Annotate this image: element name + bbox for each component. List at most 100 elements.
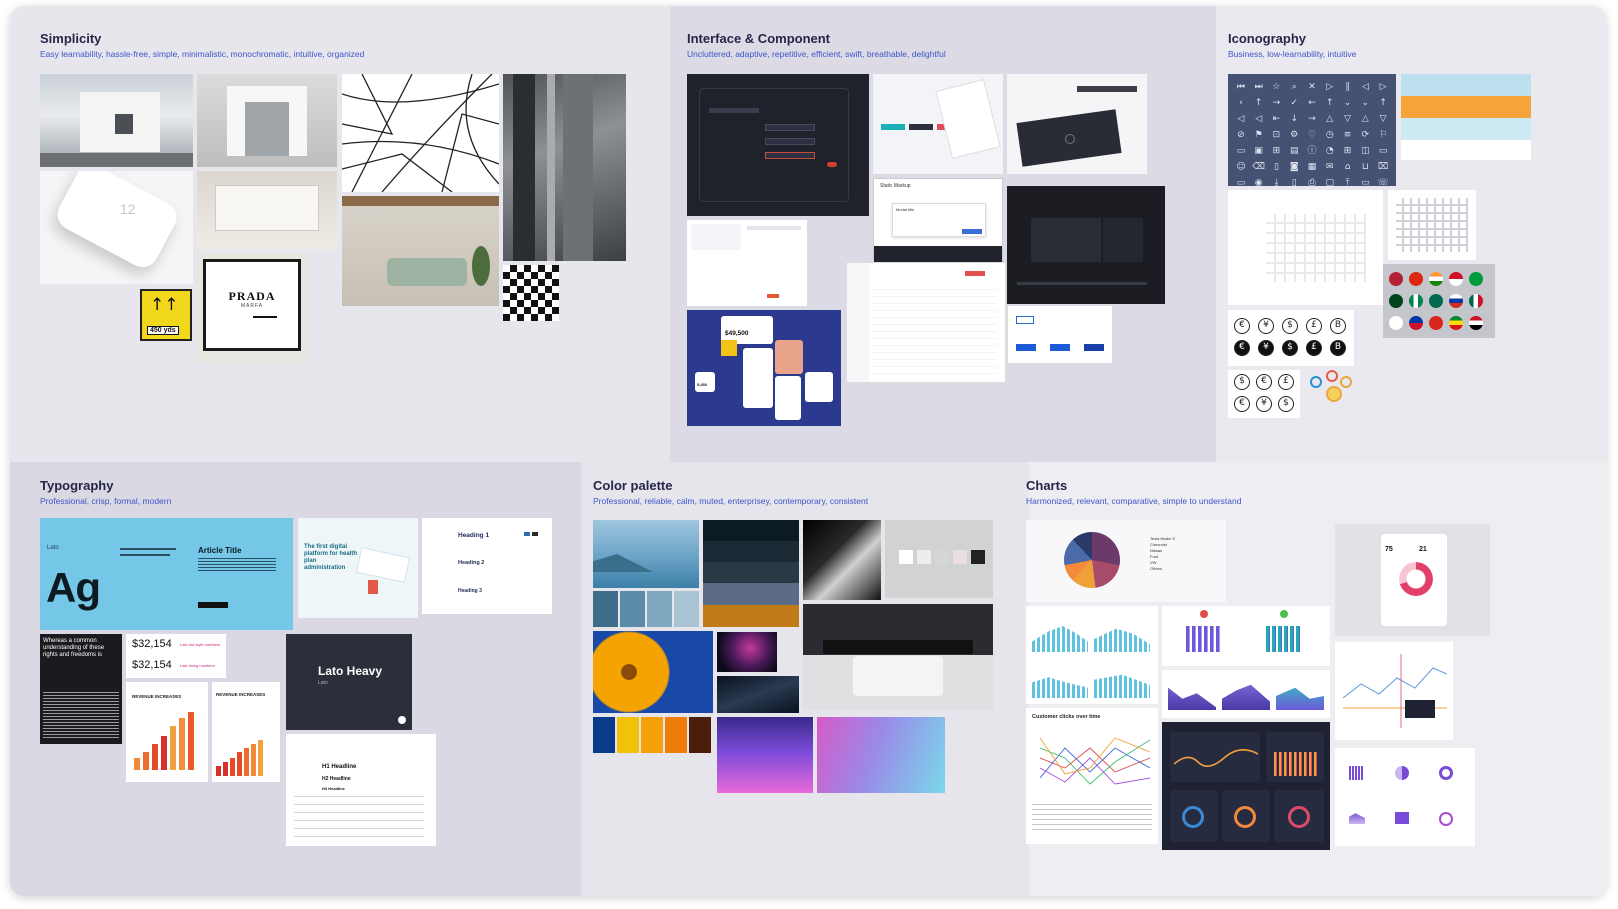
warm-swatch-3 bbox=[641, 717, 663, 753]
activity-value: 75 bbox=[1385, 546, 1393, 553]
gray-swatch-4 bbox=[953, 550, 967, 564]
palette-title: Color palette bbox=[593, 478, 673, 493]
monitor-icon: ▭ bbox=[1236, 178, 1246, 186]
book-icon: ▯ bbox=[1273, 162, 1279, 172]
price-oldstyle-note: Lato old style numbers bbox=[180, 642, 221, 647]
flag-egypt-icon bbox=[1469, 316, 1483, 330]
chat-icon: ▭ bbox=[1236, 146, 1246, 156]
charts-title: Charts bbox=[1026, 478, 1068, 493]
typography-title: Typography bbox=[40, 478, 114, 493]
flag-japan-icon bbox=[1389, 316, 1403, 330]
line-chart-plot bbox=[1040, 737, 1150, 785]
stat-small: 5,450 bbox=[697, 382, 708, 387]
purple-gradient-photo bbox=[717, 717, 813, 793]
chevron-left-icon: ‹ bbox=[1239, 98, 1243, 108]
sliders-icon: ⊞ bbox=[1272, 146, 1281, 156]
upload-icon: ⤒ bbox=[1345, 178, 1350, 186]
wrong-icon bbox=[1200, 610, 1208, 618]
dark-swatch-3 bbox=[703, 562, 799, 583]
activity-value-2: 21 bbox=[1419, 546, 1427, 553]
histogram-grid-card bbox=[1026, 606, 1158, 704]
warm-swatch-row bbox=[593, 717, 713, 753]
phone-icon: ☏ bbox=[1377, 178, 1389, 186]
area-charts-card bbox=[1162, 670, 1330, 718]
heading-2: Heading 2 bbox=[458, 560, 485, 566]
flags-panel bbox=[1383, 264, 1495, 338]
lato-heavy-title: Lato Heavy bbox=[318, 664, 383, 678]
blue-swatch-3 bbox=[647, 591, 672, 627]
modal-heading: Static Markup bbox=[880, 183, 911, 189]
small-icon-grid bbox=[1388, 190, 1476, 260]
arrow-up-icon: ↑ bbox=[1254, 98, 1263, 108]
dark-table-ui bbox=[1007, 186, 1165, 304]
charts-panel: Charts Harmonized, relevant, comparative… bbox=[1026, 462, 1606, 896]
pie-chart bbox=[1064, 532, 1120, 588]
phone-clock-text: 12 bbox=[120, 201, 136, 217]
flag-philippines-icon bbox=[1409, 316, 1423, 330]
line-icon-grid bbox=[1228, 190, 1383, 305]
dollar-filled-icon: $ bbox=[1282, 340, 1298, 356]
flag-vietnam-icon bbox=[1429, 316, 1443, 330]
currency-icons: € ¥ $ £ B € ¥ $ £ B bbox=[1228, 310, 1354, 366]
hero-title: The first digital platform for health pl… bbox=[304, 544, 358, 571]
arrow-left-icon: ← bbox=[1308, 98, 1316, 108]
h1-headline: H1 Headline bbox=[322, 764, 357, 770]
modern-house-photo bbox=[40, 74, 193, 167]
dark-swatch-1 bbox=[703, 520, 799, 541]
phone-photo: 12 bbox=[40, 171, 193, 284]
dollar-outline-icon: $ bbox=[1282, 318, 1298, 334]
arrow-up-2-icon: ↑ bbox=[1379, 98, 1387, 108]
revenue-label-2: REVENUE INCREASES bbox=[216, 692, 266, 697]
interface-subtitle: Uncluttered, adaptive, repetitive, effic… bbox=[687, 49, 946, 59]
prada-subtext: MARFA bbox=[240, 303, 264, 309]
heading-1: Heading 1 bbox=[458, 532, 490, 539]
abstract-architecture-photo bbox=[803, 520, 881, 600]
print-icon: ⎙ bbox=[1308, 178, 1316, 186]
card-collage: $49,500 5,450 bbox=[687, 310, 841, 426]
skip-icon: ⇤ bbox=[1272, 114, 1281, 124]
price-lining: $32,154 bbox=[132, 659, 172, 671]
home-icon: ⌂ bbox=[1344, 162, 1351, 172]
button-states bbox=[1008, 306, 1112, 363]
grid-icon: ⊞ bbox=[1343, 146, 1352, 156]
lato-heavy-card: Lato Heavy Lato bbox=[286, 634, 412, 730]
dark-line-chart bbox=[1174, 749, 1258, 767]
user-icon: ☺ bbox=[1236, 162, 1246, 172]
euro-filled-icon: € bbox=[1234, 340, 1250, 356]
pie-legend: Tesla Model S Chevrolet Nissan Ford VW O… bbox=[1150, 536, 1175, 572]
pound-exchange-icon: £ bbox=[1278, 374, 1294, 390]
health-platform-hero: The first digital platform for health pl… bbox=[298, 518, 418, 618]
trash-icon: ⌫ bbox=[1252, 162, 1266, 172]
mini-sunburst-chart bbox=[1439, 812, 1453, 826]
flag-pakistan-icon bbox=[1389, 294, 1403, 308]
type-specimen-card: Lato Ag Article Title bbox=[40, 518, 293, 630]
component-sheets bbox=[873, 74, 1003, 174]
close-icon: ✕ bbox=[1308, 82, 1316, 92]
pie-chart-card: Tesla Model S Chevrolet Nissan Ford VW O… bbox=[1026, 520, 1226, 602]
yen-outline-icon: ¥ bbox=[1258, 318, 1274, 334]
next-icon: ▷ bbox=[1379, 82, 1387, 92]
dark-swatch-4 bbox=[703, 583, 799, 605]
arrow-right-icon: → bbox=[1272, 98, 1281, 108]
revenue-chart-card-1: REVENUE INCREASES bbox=[126, 682, 208, 782]
doc-icon: ▯ bbox=[1291, 178, 1297, 186]
scatter-line-card bbox=[1335, 642, 1453, 740]
calendar-icon: ▦ bbox=[1307, 162, 1317, 172]
cart-icon: ⊔ bbox=[1361, 162, 1369, 172]
yen-exchange-icon: ¥ bbox=[1256, 396, 1272, 412]
triangle-down-icon: ▽ bbox=[1344, 114, 1351, 124]
dashboard-ui bbox=[687, 220, 807, 306]
donut-3 bbox=[1288, 806, 1310, 828]
number-styles-card: $32,154 $32,154 Lato old style numbers L… bbox=[126, 634, 226, 678]
activity-ring bbox=[1399, 562, 1433, 596]
dark-form-ui bbox=[687, 74, 869, 216]
bitcoin-filled-icon: B bbox=[1330, 340, 1346, 356]
donut-1 bbox=[1182, 806, 1204, 828]
warm-swatch-2 bbox=[617, 717, 639, 753]
bitcoin-outline-icon: B bbox=[1330, 318, 1346, 334]
moodboard: Simplicity Easy learnability, hassle-fre… bbox=[10, 6, 1606, 896]
lock-icon: ⊡ bbox=[1272, 130, 1281, 140]
eye-icon: ◉ bbox=[1254, 178, 1263, 186]
warm-swatch-4 bbox=[665, 717, 687, 753]
colored-icon-set bbox=[1401, 74, 1531, 160]
